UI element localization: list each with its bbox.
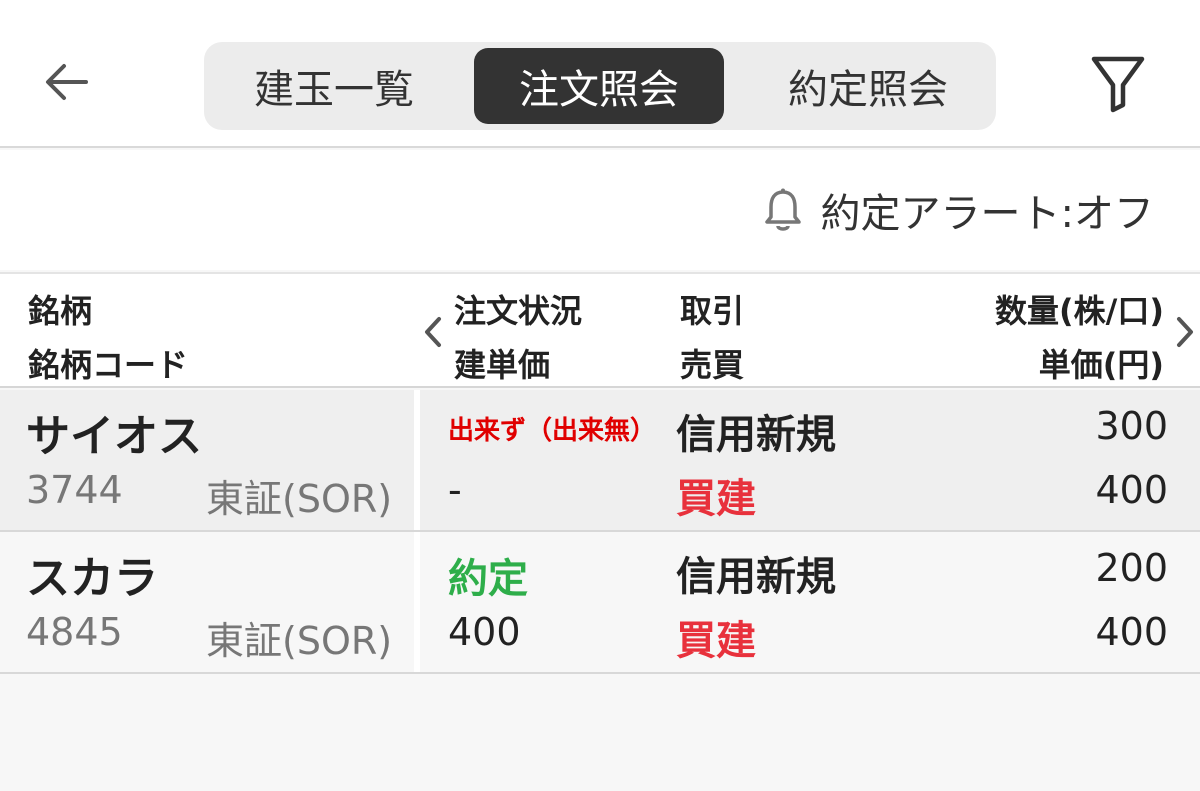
view-segmented-control: 建玉一覧 注文照会 約定照会 xyxy=(204,42,996,130)
trade-type: 信用新規 xyxy=(676,554,836,600)
chevron-right-icon xyxy=(1177,317,1193,347)
header-build-price: 建単価 xyxy=(454,346,551,384)
order-unit-price: 400 xyxy=(1095,610,1168,654)
header-unit-price: 単価(円) xyxy=(1038,346,1164,384)
back-button[interactable] xyxy=(36,52,96,112)
alert-row: 約定アラート:オフ xyxy=(0,150,1200,270)
header-symbol: 銘柄 xyxy=(28,292,93,330)
bell-icon xyxy=(764,188,801,231)
trade-type: 信用新規 xyxy=(676,412,836,458)
column-divider xyxy=(414,532,420,672)
filter-button[interactable] xyxy=(1088,52,1148,116)
symbol-name: サイオス xyxy=(26,411,202,462)
tab-positions[interactable]: 建玉一覧 xyxy=(218,48,450,124)
buy-sell-side: 買建 xyxy=(676,618,756,664)
table-header: 銘柄 銘柄コード 注文状況 建単価 取引 売買 数量(株/口) 単価(円) xyxy=(0,272,1200,388)
buy-sell-side: 買建 xyxy=(676,476,756,522)
tab-order-inquiry[interactable]: 注文照会 xyxy=(474,48,724,124)
build-price: - xyxy=(448,468,462,512)
order-status: 出来ず（出来無） xyxy=(448,416,657,446)
tab-execution-inquiry[interactable]: 約定照会 xyxy=(752,48,984,124)
header-trade: 取引 xyxy=(680,292,745,330)
header-bar: 建玉一覧 注文照会 約定照会 xyxy=(0,0,1200,148)
header-buy-sell: 売買 xyxy=(680,346,745,384)
build-price: 400 xyxy=(448,610,521,654)
header-order-status: 注文状況 xyxy=(454,292,583,330)
order-quantity: 200 xyxy=(1095,546,1168,590)
scroll-right-button[interactable] xyxy=(1170,312,1200,352)
filter-icon xyxy=(1091,56,1145,113)
order-quantity: 300 xyxy=(1095,404,1168,448)
chevron-left-icon xyxy=(425,317,441,347)
market-name: 東証(SOR) xyxy=(206,619,393,663)
symbol-code: 3744 xyxy=(26,468,123,512)
table-row[interactable]: サイオス 3744 東証(SOR) 出来ず（出来無） - 信用新規 買建 300… xyxy=(0,390,1200,532)
order-status: 約定 xyxy=(448,556,528,602)
arrow-left-icon xyxy=(46,64,88,100)
market-name: 東証(SOR) xyxy=(206,477,393,521)
table-row[interactable]: スカラ 4845 東証(SOR) 約定 400 信用新規 買建 200 400 xyxy=(0,532,1200,674)
execution-alert-toggle[interactable]: 約定アラート:オフ xyxy=(763,184,1154,237)
symbol-code: 4845 xyxy=(26,610,123,654)
scroll-left-button[interactable] xyxy=(418,312,448,352)
symbol-name: スカラ xyxy=(26,553,158,604)
execution-alert-label: 約定アラート:オフ xyxy=(820,191,1154,237)
header-symbol-code: 銘柄コード xyxy=(28,346,189,384)
column-divider xyxy=(414,390,420,530)
header-quantity: 数量(株/口) xyxy=(995,292,1164,330)
order-unit-price: 400 xyxy=(1095,468,1168,512)
